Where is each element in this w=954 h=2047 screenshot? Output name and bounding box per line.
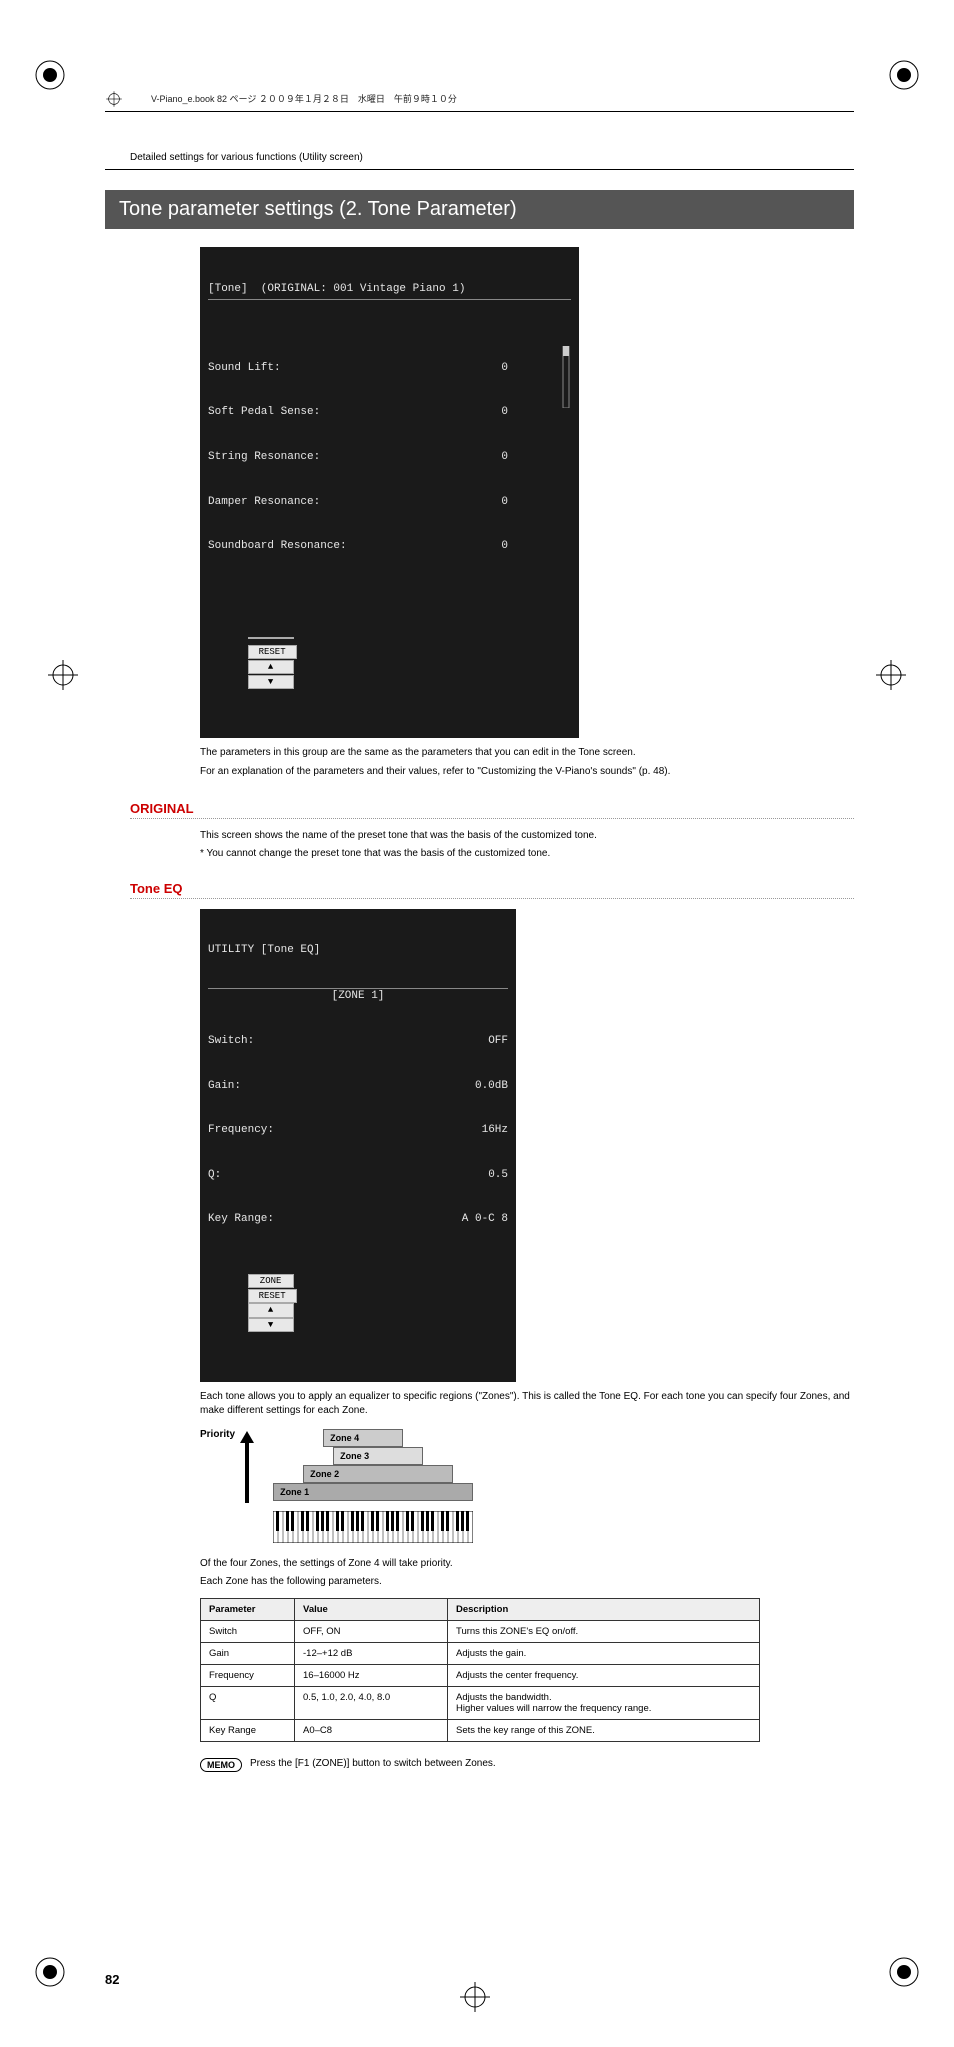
fn-f1-zone: ZONE: [248, 1274, 294, 1288]
zone-bar-4: Zone 4: [323, 1429, 403, 1447]
zone-bar-2: Zone 2: [303, 1465, 453, 1483]
breadcrumb-rule: [105, 169, 854, 170]
lcd-title: UTILITY [Tone EQ]: [208, 943, 508, 958]
reg-dot-br: [884, 1952, 924, 1992]
col-parameter: Parameter: [201, 1598, 295, 1620]
para: The parameters in this group are the sam…: [200, 746, 854, 761]
lcd-tone-screen: [Tone] (ORIGINAL: 001 Vintage Piano 1) S…: [200, 247, 579, 738]
lcd-row: Soft Pedal Sense:0: [208, 405, 508, 420]
lcd-row: String Resonance:0: [208, 450, 508, 465]
reg-dot-tr: [884, 55, 924, 95]
col-value: Value: [295, 1598, 448, 1620]
lcd-title: [Tone] (ORIGINAL: 001 Vintage Piano 1): [208, 282, 571, 300]
zone-bar-3: Zone 3: [333, 1447, 423, 1465]
fn-f3-up: ▲: [248, 1303, 294, 1317]
fn-f3-up: ▲: [248, 660, 294, 674]
dotted-rule: [130, 898, 854, 899]
subsection-tone-eq: Tone EQ: [130, 881, 854, 896]
fn-f4-down: ▼: [248, 675, 294, 689]
para: This screen shows the name of the preset…: [200, 829, 854, 844]
lcd-row: Sound Lift:0: [208, 361, 508, 376]
para: Of the four Zones, the settings of Zone …: [200, 1557, 854, 1572]
lcd-row: Soundboard Resonance:0: [208, 539, 508, 554]
zone-bar-1: Zone 1: [273, 1483, 473, 1501]
fn-f4-down: ▼: [248, 1318, 294, 1332]
para: For an explanation of the parameters and…: [200, 765, 854, 780]
lcd-row: Q:0.5: [208, 1168, 508, 1183]
fn-f2-reset: RESET: [248, 1289, 297, 1303]
table-row: Frequency 16–16000 Hz Adjusts the center…: [201, 1664, 760, 1686]
reg-dot-tl: [30, 55, 70, 95]
zones-diagram: Priority Zone 4 Zone 3 Zone 2 Zone 1: [200, 1429, 854, 1549]
parameter-table: Parameter Value Description Switch OFF, …: [200, 1598, 760, 1742]
subsection-original: ORIGINAL: [130, 801, 854, 816]
reg-mark-small-icon: [105, 90, 123, 111]
reg-dot-bl: [30, 1952, 70, 1992]
lcd-tone-eq-screen: UTILITY [Tone EQ] [ZONE 1] Switch:OFF Ga…: [200, 909, 516, 1382]
fn-f2-reset: RESET: [248, 645, 297, 659]
scrollbar-icon: [508, 331, 571, 583]
note: * You cannot change the preset tone that…: [200, 848, 854, 859]
lcd-row: Gain:0.0dB: [208, 1079, 508, 1094]
dotted-rule: [130, 818, 854, 819]
lcd-row: Damper Resonance:0: [208, 495, 508, 510]
table-row: Key Range A0–C8 Sets the key range of th…: [201, 1719, 760, 1741]
section-title: Tone parameter settings (2. Tone Paramet…: [105, 190, 854, 229]
reg-mark-right: [876, 660, 906, 690]
table-row: Switch OFF, ON Turns this ZONE's EQ on/o…: [201, 1620, 760, 1642]
memo-text: Press the [F1 (ZONE)] button to switch b…: [250, 1758, 496, 1769]
piano-keyboard-icon: [273, 1511, 473, 1546]
breadcrumb: Detailed settings for various functions …: [130, 152, 854, 163]
lcd-zone-label: [ZONE 1]: [208, 988, 508, 1004]
priority-label: Priority: [200, 1429, 235, 1440]
lcd-row: Switch:OFF: [208, 1034, 508, 1049]
para: Each tone allows you to apply an equaliz…: [200, 1390, 854, 1419]
col-description: Description: [448, 1598, 760, 1620]
memo-badge: MEMO: [200, 1758, 242, 1772]
memo-row: MEMO Press the [F1 (ZONE)] button to swi…: [200, 1758, 854, 1772]
lcd-row: Key Range:A 0-C 8: [208, 1212, 508, 1227]
reg-mark-left: [48, 660, 78, 690]
arrow-up-icon: [240, 1431, 254, 1506]
fn-f1: [248, 637, 294, 639]
para: Each Zone has the following parameters.: [200, 1575, 854, 1590]
table-row: Q 0.5, 1.0, 2.0, 4.0, 8.0 Adjusts the ba…: [201, 1686, 760, 1719]
reg-mark-bottom: [460, 1982, 490, 2012]
book-note: V-Piano_e.book 82 ページ ２００９年１月２８日 水曜日 午前９…: [151, 92, 457, 105]
top-rule: [105, 111, 854, 112]
lcd-row: Frequency:16Hz: [208, 1123, 508, 1138]
book-note-row: V-Piano_e.book 82 ページ ２００９年１月２８日 水曜日 午前９…: [105, 90, 854, 111]
table-row: Gain -12–+12 dB Adjusts the gain.: [201, 1642, 760, 1664]
